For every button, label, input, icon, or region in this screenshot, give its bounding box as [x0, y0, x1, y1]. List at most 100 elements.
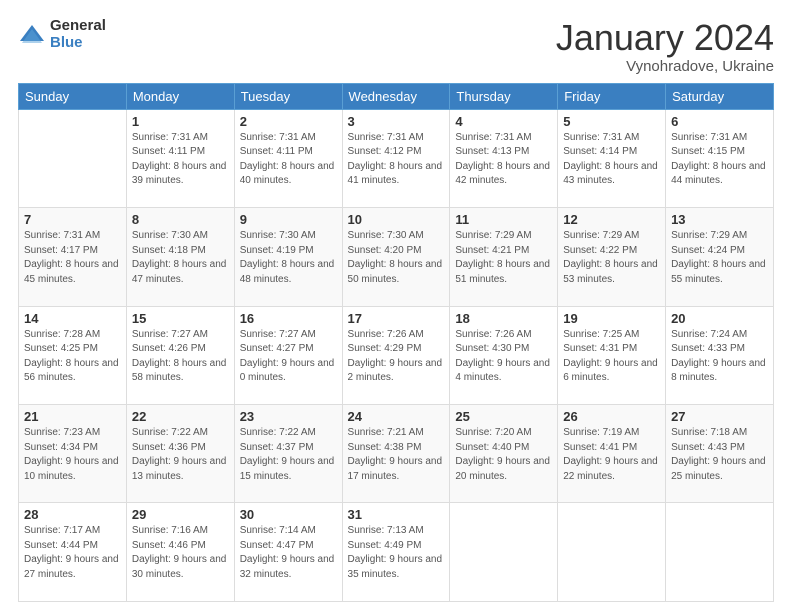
week-row-1: 7Sunrise: 7:31 AMSunset: 4:17 PMDaylight… — [19, 208, 774, 306]
day-info-31: Sunrise: 7:13 AMSunset: 4:49 PMDaylight:… — [348, 524, 445, 582]
cell-4-1: 29 Sunrise: 7:16 AM Sunset: 4:46 PM Dayligh… — [126, 503, 234, 602]
cell-0-6: 6Sunrise: 7:31 AMSunset: 4:15 PMDaylight… — [666, 109, 774, 207]
sunset-12: Sunset: 4:22 PM — [563, 245, 637, 256]
sunrise-21: Sunrise: 7:23 AM — [24, 427, 100, 438]
sunset-24: Sunset: 4:38 PM — [348, 442, 422, 453]
sunset-3: Sunset: 4:12 PM — [348, 146, 422, 157]
day-number-15: 15 — [132, 311, 229, 326]
daylight-18: Daylight: 9 hours and 4 minutes. — [455, 358, 550, 384]
sunset-16: Sunset: 4:27 PM — [240, 343, 314, 354]
logo-general-text: General — [50, 18, 106, 35]
day-info-7: Sunrise: 7:31 AMSunset: 4:17 PMDaylight:… — [24, 229, 121, 287]
sunset-28: Sunset: 4:44 PM — [24, 540, 98, 551]
sunrise-17: Sunrise: 7:26 AM — [348, 329, 424, 340]
day-info-16: Sunrise: 7:27 AMSunset: 4:27 PMDaylight:… — [240, 328, 337, 386]
sunset-31: Sunset: 4:49 PM — [348, 540, 422, 551]
title-block: January 2024 Vynohradove, Ukraine — [556, 18, 774, 75]
day-number-8: 8 — [132, 212, 229, 227]
cell-2-2: 16 Sunrise: 7:27 AMSunset: 4:27 PMDayligh… — [234, 306, 342, 404]
day-number-1: 1 — [132, 114, 229, 129]
sunset-7: Sunset: 4:17 PM — [24, 245, 98, 256]
sunset-23: Sunset: 4:37 PM — [240, 442, 314, 453]
daylight-10: Daylight: 8 hours and 50 minutes. — [348, 259, 443, 285]
day-number-20: 20 — [671, 311, 768, 326]
daylight-22: Daylight: 9 hours and 13 minutes. — [132, 456, 227, 482]
cell-4-5 — [558, 503, 666, 602]
day-number-13: 13 — [671, 212, 768, 227]
day-number-2: 2 — [240, 114, 337, 129]
logo-icon — [18, 21, 46, 49]
sunrise-4: Sunrise: 7:31 AM — [455, 132, 531, 143]
cell-2-6: 20 Sunrise: 7:24 AMSunset: 4:33 PMDayligh… — [666, 306, 774, 404]
sunrise-15: Sunrise: 7:27 AM — [132, 329, 208, 340]
cell-3-1: 22Sunrise: 7:22 AMSunset: 4:36 PMDayligh… — [126, 405, 234, 503]
day-number-29: 29 — [132, 507, 229, 522]
sunset-19: Sunset: 4:31 PM — [563, 343, 637, 354]
sunrise-11: Sunrise: 7:29 AM — [455, 230, 531, 241]
sunset-17: Sunset: 4:29 PM — [348, 343, 422, 354]
daylight-28: Daylight: 9 hours and 27 minutes. — [24, 554, 119, 580]
cell-0-5: 5Sunrise: 7:31 AMSunset: 4:14 PMDaylight… — [558, 109, 666, 207]
day-info-10: Sunrise: 7:30 AMSunset: 4:20 PMDaylight:… — [348, 229, 445, 287]
sunrise-13: Sunrise: 7:29 AM — [671, 230, 747, 241]
day-info-11: Sunrise: 7:29 AMSunset: 4:21 PMDaylight:… — [455, 229, 552, 287]
header: General Blue January 2024 Vynohradove, U… — [18, 18, 774, 75]
daylight-27: Daylight: 9 hours and 25 minutes. — [671, 456, 766, 482]
cell-4-6 — [666, 503, 774, 602]
sunrise-20: Sunrise: 7:24 AM — [671, 329, 747, 340]
day-number-4: 4 — [455, 114, 552, 129]
cell-2-5: 19Sunrise: 7:25 AMSunset: 4:31 PMDayligh… — [558, 306, 666, 404]
daylight-31: Daylight: 9 hours and 35 minutes. — [348, 554, 443, 580]
sunset-5: Sunset: 4:14 PM — [563, 146, 637, 157]
day-info-19: Sunrise: 7:25 AMSunset: 4:31 PMDaylight:… — [563, 328, 660, 386]
sunrise-24: Sunrise: 7:21 AM — [348, 427, 424, 438]
sunset-29: Sunset: 4:46 PM — [132, 540, 206, 551]
day-number-25: 25 — [455, 409, 552, 424]
daylight-29: Daylight: 9 hours and 30 minutes. — [132, 554, 227, 580]
sunrise-23: Sunrise: 7:22 AM — [240, 427, 316, 438]
daylight-14: Daylight: 8 hours and 56 minutes. — [24, 358, 119, 384]
logo-blue-text: Blue — [50, 35, 106, 52]
daylight-30: Daylight: 9 hours and 32 minutes. — [240, 554, 335, 580]
sunrise-19: Sunrise: 7:25 AM — [563, 329, 639, 340]
cell-0-0 — [19, 109, 127, 207]
header-sunday: Sunday — [19, 83, 127, 109]
day-number-5: 5 — [563, 114, 660, 129]
day-info-20: Sunrise: 7:24 AMSunset: 4:33 PMDaylight:… — [671, 328, 768, 386]
day-info-4: Sunrise: 7:31 AMSunset: 4:13 PMDaylight:… — [455, 131, 552, 189]
day-number-3: 3 — [348, 114, 445, 129]
daylight-25: Daylight: 9 hours and 20 minutes. — [455, 456, 550, 482]
day-info-27: Sunrise: 7:18 AMSunset: 4:43 PMDaylight:… — [671, 426, 768, 484]
daylight-9: Daylight: 8 hours and 48 minutes. — [240, 259, 335, 285]
day-info-17: Sunrise: 7:26 AMSunset: 4:29 PMDaylight:… — [348, 328, 445, 386]
day-number-16: 16 — [240, 311, 337, 326]
day-number-24: 24 — [348, 409, 445, 424]
cell-2-3: 17Sunrise: 7:26 AMSunset: 4:29 PMDayligh… — [342, 306, 450, 404]
sunrise-3: Sunrise: 7:31 AM — [348, 132, 424, 143]
sunrise-30: Sunrise: 7:14 AM — [240, 525, 316, 536]
sunrise-29: Sunrise: 7:16 AM — [132, 525, 208, 536]
sunset-27: Sunset: 4:43 PM — [671, 442, 745, 453]
cell-1-0: 7Sunrise: 7:31 AMSunset: 4:17 PMDaylight… — [19, 208, 127, 306]
daylight-5: Daylight: 8 hours and 43 minutes. — [563, 161, 658, 187]
sunset-6: Sunset: 4:15 PM — [671, 146, 745, 157]
cell-1-2: 9Sunrise: 7:30 AMSunset: 4:19 PMDaylight… — [234, 208, 342, 306]
day-info-26: Sunrise: 7:19 AMSunset: 4:41 PMDaylight:… — [563, 426, 660, 484]
day-number-19: 19 — [563, 311, 660, 326]
sunset-25: Sunset: 4:40 PM — [455, 442, 529, 453]
day-number-30: 30 — [240, 507, 337, 522]
sunset-8: Sunset: 4:18 PM — [132, 245, 206, 256]
title-location: Vynohradove, Ukraine — [556, 58, 774, 75]
day-number-17: 17 — [348, 311, 445, 326]
day-info-15: Sunrise: 7:27 AMSunset: 4:26 PMDaylight:… — [132, 328, 229, 386]
daylight-23: Daylight: 9 hours and 15 minutes. — [240, 456, 335, 482]
sunrise-1: Sunrise: 7:31 AM — [132, 132, 208, 143]
sunrise-25: Sunrise: 7:20 AM — [455, 427, 531, 438]
daylight-3: Daylight: 8 hours and 41 minutes. — [348, 161, 443, 187]
page: General Blue January 2024 Vynohradove, U… — [0, 0, 792, 612]
sunset-18: Sunset: 4:30 PM — [455, 343, 529, 354]
sunset-21: Sunset: 4:34 PM — [24, 442, 98, 453]
week-row-4: 28Sunrise: 7:17 AMSunset: 4:44 PMDayligh… — [19, 503, 774, 602]
cell-1-5: 12Sunrise: 7:29 AMSunset: 4:22 PMDayligh… — [558, 208, 666, 306]
daylight-4: Daylight: 8 hours and 42 minutes. — [455, 161, 550, 187]
